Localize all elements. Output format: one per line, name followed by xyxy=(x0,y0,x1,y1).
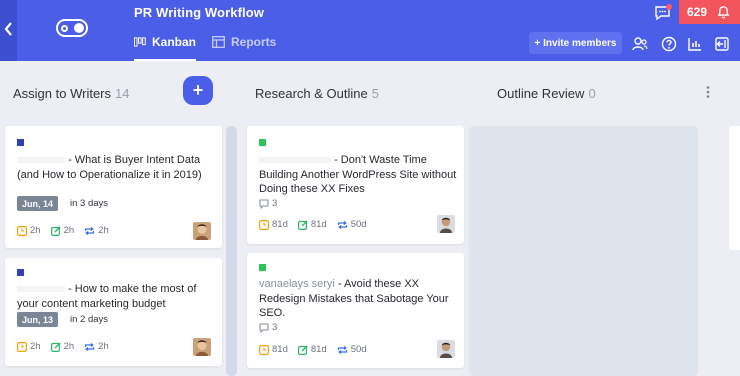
cycle-metric: 2h xyxy=(84,341,109,352)
task-card[interactable]: - What is Buyer Intent Data (and How to … xyxy=(5,126,222,248)
card-title: - Don't Waste Time Building Another Word… xyxy=(259,154,457,195)
empty-column-area xyxy=(471,126,698,376)
comment-count: 3 xyxy=(259,322,277,333)
invite-members-button[interactable]: + Invite members xyxy=(529,32,622,54)
column-title-research-outline: Research & Outline 5 xyxy=(255,86,379,101)
assignee-avatar[interactable] xyxy=(193,222,211,240)
add-card-button[interactable]: + xyxy=(183,76,213,105)
notifications-count: 629 xyxy=(687,5,708,19)
column-count: 0 xyxy=(588,86,596,101)
edit-icon xyxy=(50,226,61,236)
tracked-metric: 2h xyxy=(50,225,74,236)
chevron-left-icon xyxy=(4,22,12,36)
due-relative: in 2 days xyxy=(70,314,109,325)
card-title-prefix: vanaelays seryi xyxy=(259,278,335,290)
exit-icon[interactable] xyxy=(714,36,730,52)
assignee-avatar[interactable] xyxy=(437,215,455,233)
card-title: vanaelays seryi - Avoid these XX Redesig… xyxy=(259,278,449,319)
card-label-marker xyxy=(259,139,266,146)
cycle-metric: 2h xyxy=(84,225,109,236)
kanban-icon xyxy=(134,37,146,47)
edit-icon xyxy=(50,342,61,352)
tab-kanban[interactable]: Kanban xyxy=(134,35,196,61)
chat-unread-dot xyxy=(666,4,672,10)
card-metrics: 2h 2h 2h xyxy=(17,225,109,236)
card-label-marker xyxy=(17,139,24,146)
clock-icon xyxy=(17,225,27,236)
card-title: - How to make the most of your content m… xyxy=(17,283,197,310)
clock-icon xyxy=(17,341,27,352)
card-metrics: 81d 81d 50d xyxy=(259,219,367,230)
notifications-button[interactable]: 629 xyxy=(679,0,740,24)
column-name: Research & Outline xyxy=(255,86,368,101)
cycle-icon xyxy=(85,342,95,351)
estimate-metric: 2h xyxy=(17,341,41,352)
clock-icon xyxy=(259,219,269,230)
column-title-assign-to-writers: Assign to Writers 14 xyxy=(13,86,129,101)
card-title: - What is Buyer Intent Data (and How to … xyxy=(17,154,202,181)
help-icon[interactable] xyxy=(661,36,677,52)
edit-icon xyxy=(297,220,308,230)
card-label-marker xyxy=(17,269,24,276)
due-date-badge: Jun, 14 xyxy=(17,196,59,211)
card-peek[interactable] xyxy=(729,126,740,250)
cycle-icon xyxy=(85,226,95,235)
tab-reports-label: Reports xyxy=(231,35,277,49)
analytics-icon[interactable] xyxy=(687,36,703,52)
members-icon[interactable] xyxy=(632,36,648,52)
due-date-badge: Jun, 13 xyxy=(17,312,59,327)
reports-icon xyxy=(212,36,225,48)
column-scrollbar[interactable] xyxy=(226,126,237,376)
project-title: PR Writing Workflow xyxy=(134,5,264,20)
task-card[interactable]: - How to make the most of your content m… xyxy=(5,258,222,366)
task-card[interactable]: - Don't Waste Time Building Another Word… xyxy=(247,126,464,244)
column-name: Assign to Writers xyxy=(13,86,112,101)
comment-icon xyxy=(259,198,269,209)
cycle-icon xyxy=(337,345,347,354)
card-label-marker xyxy=(259,264,266,271)
comment-icon xyxy=(259,322,269,333)
clock-icon xyxy=(259,344,269,355)
estimate-metric: 81d xyxy=(259,344,288,355)
cycle-icon xyxy=(337,220,347,229)
tab-reports[interactable]: Reports xyxy=(212,35,276,61)
tracked-metric: 81d xyxy=(297,344,327,355)
app-logo[interactable] xyxy=(56,19,88,37)
comment-count: 3 xyxy=(259,198,277,209)
tracked-metric: 81d xyxy=(297,219,327,230)
tab-kanban-label: Kanban xyxy=(151,35,196,49)
column-name: Outline Review xyxy=(497,86,585,101)
column-count: 14 xyxy=(115,86,130,101)
task-card[interactable]: vanaelays seryi - Avoid these XX Redesig… xyxy=(247,253,464,368)
estimate-metric: 81d xyxy=(259,219,288,230)
card-metrics: 2h 2h 2h xyxy=(17,341,109,352)
top-bar: PR Writing Workflow Kanban Reports + Inv… xyxy=(0,0,740,61)
estimate-metric: 2h xyxy=(17,225,41,236)
assignee-avatar[interactable] xyxy=(193,338,211,356)
edit-icon xyxy=(297,345,308,355)
cycle-metric: 50d xyxy=(337,344,367,355)
column-title-outline-review: Outline Review 0 xyxy=(497,86,596,101)
column-count: 5 xyxy=(371,86,379,101)
card-metrics: 81d 81d 50d xyxy=(259,344,367,355)
tracked-metric: 2h xyxy=(50,341,74,352)
cycle-metric: 50d xyxy=(337,219,367,230)
due-relative: in 3 days xyxy=(70,198,109,209)
back-button[interactable] xyxy=(0,0,17,61)
assignee-avatar[interactable] xyxy=(437,340,455,358)
bell-icon xyxy=(717,6,730,19)
more-vertical-icon[interactable] xyxy=(702,85,714,99)
